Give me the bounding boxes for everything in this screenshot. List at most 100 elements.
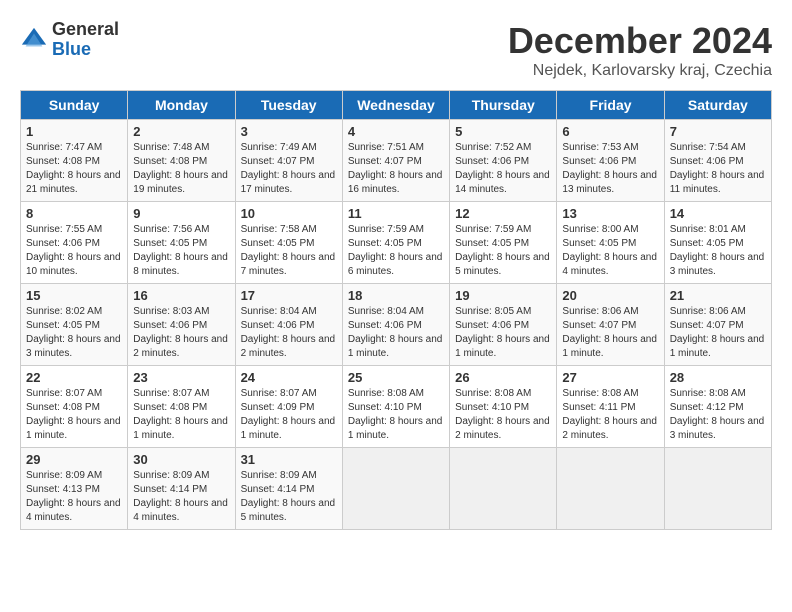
calendar-cell: 5 Sunrise: 7:52 AMSunset: 4:06 PMDaylight… [450, 120, 557, 202]
calendar-cell: 15Sunrise: 8:02 AMSunset: 4:05 PMDayligh… [21, 284, 128, 366]
logo: General Blue [20, 20, 119, 60]
day-info: Sunrise: 8:09 AMSunset: 4:13 PMDaylight:… [26, 469, 122, 525]
day-info: Sunrise: 8:07 AMSunset: 4:09 PMDaylight:… [241, 387, 337, 443]
day-info: Sunrise: 7:53 AMSunset: 4:06 PMDaylight:… [562, 141, 658, 197]
calendar-cell: 25 Sunrise: 8:08 AMSunset: 4:10 PMDayligh… [342, 366, 449, 448]
day-number: 7 [670, 124, 766, 139]
logo-general-text: General [52, 19, 119, 39]
day-number: 14 [670, 206, 766, 221]
calendar-cell: 19 Sunrise: 8:05 AMSunset: 4:06 PMDayligh… [450, 284, 557, 366]
header-saturday: Saturday [664, 91, 771, 120]
day-info: Sunrise: 7:58 AMSunset: 4:05 PMDaylight:… [241, 223, 337, 279]
day-number: 16 [133, 288, 229, 303]
calendar-cell: 9 Sunrise: 7:56 AMSunset: 4:05 PMDaylight… [128, 202, 235, 284]
calendar-cell: 13Sunrise: 8:00 AMSunset: 4:05 PMDayligh… [557, 202, 664, 284]
day-number: 5 [455, 124, 551, 139]
day-info: Sunrise: 8:06 AMSunset: 4:07 PMDaylight:… [562, 305, 658, 361]
calendar-cell: 11 Sunrise: 7:59 AMSunset: 4:05 PMDayligh… [342, 202, 449, 284]
calendar-cell [342, 448, 449, 530]
day-info: Sunrise: 7:56 AMSunset: 4:05 PMDaylight:… [133, 223, 229, 279]
day-number: 11 [348, 206, 444, 221]
calendar-cell: 26Sunrise: 8:08 AMSunset: 4:10 PMDayligh… [450, 366, 557, 448]
day-number: 30 [133, 452, 229, 467]
day-info: Sunrise: 7:59 AMSunset: 4:05 PMDaylight:… [348, 223, 444, 279]
calendar-subtitle: Nejdek, Karlovarsky kraj, Czechia [508, 62, 772, 80]
day-number: 3 [241, 124, 337, 139]
day-info: Sunrise: 7:49 AMSunset: 4:07 PMDaylight:… [241, 141, 337, 197]
calendar-cell: 30Sunrise: 8:09 AMSunset: 4:14 PMDayligh… [128, 448, 235, 530]
calendar-cell: 17Sunrise: 8:04 AMSunset: 4:06 PMDayligh… [235, 284, 342, 366]
logo-blue-text: Blue [52, 39, 91, 59]
day-info: Sunrise: 7:47 AMSunset: 4:08 PMDaylight:… [26, 141, 122, 197]
day-info: Sunrise: 8:00 AMSunset: 4:05 PMDaylight:… [562, 223, 658, 279]
calendar-cell: 29Sunrise: 8:09 AMSunset: 4:13 PMDayligh… [21, 448, 128, 530]
calendar-cell: 18Sunrise: 8:04 AMSunset: 4:06 PMDayligh… [342, 284, 449, 366]
calendar-cell: 7 Sunrise: 7:54 AMSunset: 4:06 PMDaylight… [664, 120, 771, 202]
day-number: 20 [562, 288, 658, 303]
day-number: 25 [348, 370, 444, 385]
day-info: Sunrise: 8:08 AMSunset: 4:10 PMDaylight:… [348, 387, 444, 443]
calendar-cell: 16 Sunrise: 8:03 AMSunset: 4:06 PMDayligh… [128, 284, 235, 366]
day-number: 24 [241, 370, 337, 385]
day-number: 9 [133, 206, 229, 221]
calendar-week-3: 15Sunrise: 8:02 AMSunset: 4:05 PMDayligh… [21, 284, 772, 366]
day-info: Sunrise: 7:52 AMSunset: 4:06 PMDaylight:… [455, 141, 551, 197]
calendar-week-4: 22 Sunrise: 8:07 AMSunset: 4:08 PMDayligh… [21, 366, 772, 448]
day-number: 27 [562, 370, 658, 385]
day-number: 28 [670, 370, 766, 385]
page-header: General Blue December 2024 Nejdek, Karlo… [20, 20, 772, 80]
header-sunday: Sunday [21, 91, 128, 120]
day-info: Sunrise: 8:08 AMSunset: 4:11 PMDaylight:… [562, 387, 658, 443]
day-number: 18 [348, 288, 444, 303]
day-number: 8 [26, 206, 122, 221]
calendar-cell: 8 Sunrise: 7:55 AMSunset: 4:06 PMDaylight… [21, 202, 128, 284]
day-info: Sunrise: 8:05 AMSunset: 4:06 PMDaylight:… [455, 305, 551, 361]
calendar-cell: 27 Sunrise: 8:08 AMSunset: 4:11 PMDayligh… [557, 366, 664, 448]
calendar-cell: 12Sunrise: 7:59 AMSunset: 4:05 PMDayligh… [450, 202, 557, 284]
day-info: Sunrise: 7:59 AMSunset: 4:05 PMDaylight:… [455, 223, 551, 279]
day-info: Sunrise: 7:54 AMSunset: 4:06 PMDaylight:… [670, 141, 766, 197]
day-number: 1 [26, 124, 122, 139]
day-number: 31 [241, 452, 337, 467]
calendar-week-5: 29Sunrise: 8:09 AMSunset: 4:13 PMDayligh… [21, 448, 772, 530]
calendar-cell: 3 Sunrise: 7:49 AMSunset: 4:07 PMDaylight… [235, 120, 342, 202]
day-info: Sunrise: 8:09 AMSunset: 4:14 PMDaylight:… [241, 469, 337, 525]
day-number: 6 [562, 124, 658, 139]
calendar-cell [557, 448, 664, 530]
calendar-cell: 23 Sunrise: 8:07 AMSunset: 4:08 PMDayligh… [128, 366, 235, 448]
day-info: Sunrise: 8:07 AMSunset: 4:08 PMDaylight:… [133, 387, 229, 443]
calendar-cell: 10 Sunrise: 7:58 AMSunset: 4:05 PMDayligh… [235, 202, 342, 284]
calendar-cell [664, 448, 771, 530]
calendar-header-row: SundayMondayTuesdayWednesdayThursdayFrid… [21, 91, 772, 120]
calendar-cell: 20 Sunrise: 8:06 AMSunset: 4:07 PMDayligh… [557, 284, 664, 366]
day-number: 19 [455, 288, 551, 303]
day-info: Sunrise: 8:06 AMSunset: 4:07 PMDaylight:… [670, 305, 766, 361]
day-number: 21 [670, 288, 766, 303]
day-number: 22 [26, 370, 122, 385]
header-wednesday: Wednesday [342, 91, 449, 120]
day-info: Sunrise: 7:55 AMSunset: 4:06 PMDaylight:… [26, 223, 122, 279]
day-info: Sunrise: 8:03 AMSunset: 4:06 PMDaylight:… [133, 305, 229, 361]
title-block: December 2024 Nejdek, Karlovarsky kraj, … [508, 20, 772, 80]
header-monday: Monday [128, 91, 235, 120]
calendar-week-2: 8 Sunrise: 7:55 AMSunset: 4:06 PMDaylight… [21, 202, 772, 284]
day-number: 2 [133, 124, 229, 139]
calendar-table: SundayMondayTuesdayWednesdayThursdayFrid… [20, 90, 772, 530]
header-friday: Friday [557, 91, 664, 120]
day-number: 10 [241, 206, 337, 221]
calendar-cell: 31 Sunrise: 8:09 AMSunset: 4:14 PMDayligh… [235, 448, 342, 530]
day-number: 23 [133, 370, 229, 385]
calendar-cell: 4Sunrise: 7:51 AMSunset: 4:07 PMDaylight… [342, 120, 449, 202]
calendar-cell: 22Sunrise: 8:07 AMSunset: 4:08 PMDayligh… [21, 366, 128, 448]
day-info: Sunrise: 7:48 AMSunset: 4:08 PMDaylight:… [133, 141, 229, 197]
calendar-cell: 6 Sunrise: 7:53 AMSunset: 4:06 PMDaylight… [557, 120, 664, 202]
calendar-title: December 2024 [508, 20, 772, 62]
calendar-cell: 2 Sunrise: 7:48 AMSunset: 4:08 PMDaylight… [128, 120, 235, 202]
calendar-cell: 24 Sunrise: 8:07 AMSunset: 4:09 PMDayligh… [235, 366, 342, 448]
calendar-cell [450, 448, 557, 530]
logo-icon [20, 26, 48, 54]
day-number: 26 [455, 370, 551, 385]
calendar-cell: 21 Sunrise: 8:06 AMSunset: 4:07 PMDayligh… [664, 284, 771, 366]
day-info: Sunrise: 7:51 AMSunset: 4:07 PMDaylight:… [348, 141, 444, 197]
header-tuesday: Tuesday [235, 91, 342, 120]
